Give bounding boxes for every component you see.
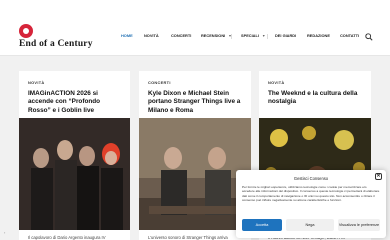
article-card[interactable]: CONCERTI Kyle Dixon e Michael Stein port… [139,71,251,240]
category-label[interactable]: CONCERTI [148,80,171,85]
accept-button[interactable]: Accetta [242,219,282,231]
article-title[interactable]: IMAGinACTION 2026 si accende con “Profon… [28,90,124,115]
article-excerpt: L’universo sonoro di Stranger Things arr… [148,235,228,240]
nav-item-home[interactable]: HOME [121,33,133,38]
article-title[interactable]: Kyle Dixon e Michael Stein portano Stran… [148,90,244,115]
dialog-title: Gestisci Consenso [293,176,329,181]
site-title[interactable]: End of a Century [19,39,93,49]
preferences-button[interactable]: Visualizza le preferenze [338,219,380,231]
article-excerpt: Il capolavoro di Dario Argento inaugura … [28,235,106,240]
category-label[interactable]: NOVITÀ [28,80,45,85]
nav-item-dei-giardi[interactable]: DEI GIARDI [275,33,296,38]
article-image[interactable] [19,118,130,230]
site-header: End of a Century HOME NOVITÀ CONCERTI RE… [0,0,390,56]
dialog-body: Per fornire le migliori esperienze, util… [242,185,380,203]
nav-item-speciali[interactable]: SPECIALI ▼ [241,33,265,38]
article-card[interactable]: NOVITÀ IMAGinACTION 2026 si accende con … [19,71,130,240]
nav-item-contatti[interactable]: CONTATTI [340,33,359,38]
cookie-consent-dialog: Gestisci Consenso ✕ Per fornire le migli… [236,170,386,238]
logo-icon[interactable] [19,24,33,38]
close-icon[interactable]: ✕ [375,173,382,180]
deny-button[interactable]: Nega [286,219,334,231]
article-title[interactable]: The Weeknd e la cultura della nostalgia [268,90,364,107]
search-icon[interactable] [365,33,373,41]
article-image[interactable] [139,118,251,230]
chevron-down-icon: ▼ [261,33,266,38]
nav-item-recensioni[interactable]: RECENSIONI ▼ [201,33,232,38]
chevron-left-icon[interactable]: ‹ [4,230,5,235]
category-label[interactable]: NOVITÀ [268,80,285,85]
nav-item-concerti[interactable]: CONCERTI [171,33,191,38]
nav-item-redazione[interactable]: REDAZIONE [307,33,330,38]
nav-divider [267,34,268,39]
nav-divider [231,34,232,39]
nav-item-novita[interactable]: NOVITÀ [144,33,159,38]
